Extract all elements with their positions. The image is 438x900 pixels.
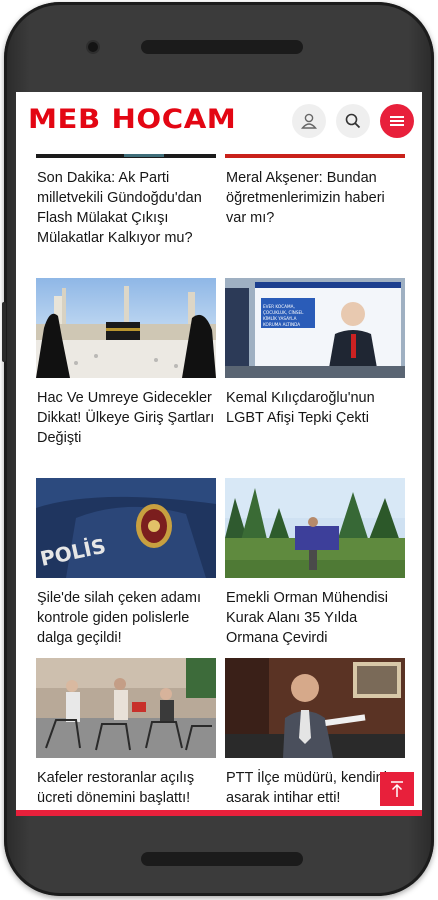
article-title[interactable]: Şile'de silah çeken adamı kontrole giden…	[37, 588, 217, 648]
article-grid: Son Dakika: Ak Parti milletvekili Gündoğ…	[16, 92, 422, 816]
billboard-photo: EVER KOCAMA, ÇOCUKLUK, CİNSEL KİMLİK YAS…	[225, 278, 405, 378]
article-image[interactable]	[225, 478, 405, 578]
article-title[interactable]: Son Dakika: Ak Parti milletvekili Gündoğ…	[37, 168, 217, 248]
article-title[interactable]: Kafeler restoranlar açılış ücreti dönemi…	[37, 768, 217, 808]
svg-text:KİMLİK YASAYLA: KİMLİK YASAYLA	[263, 316, 297, 321]
svg-text:ÇOCUKLUK, CİNSEL: ÇOCUKLUK, CİNSEL	[263, 310, 304, 315]
search-icon	[345, 113, 361, 129]
official-photo	[225, 658, 405, 758]
bottom-speaker	[141, 852, 303, 866]
app-screen: Son Dakika: Ak Parti milletvekili Gündoğ…	[16, 92, 422, 816]
earpiece-speaker	[141, 40, 303, 54]
article-title[interactable]: Meral Akşener: Bundan öğretmenlerimizin …	[226, 168, 406, 228]
article-title[interactable]: Emekli Orman Mühendisi Kurak Alanı 35 Yı…	[226, 588, 406, 648]
article-title[interactable]: PTT İlçe müdürü, kendini asarak intihar …	[226, 768, 406, 808]
search-button[interactable]	[336, 104, 370, 138]
menu-button[interactable]	[380, 104, 414, 138]
site-header: MEB HOCAM	[16, 92, 422, 154]
cafe-photo	[36, 658, 216, 758]
user-icon	[301, 113, 317, 129]
side-button	[2, 302, 6, 362]
forest-photo	[225, 478, 405, 578]
arrow-up-icon	[391, 781, 403, 797]
svg-text:KORUMA ALTINDA: KORUMA ALTINDA	[263, 322, 300, 327]
bottom-ad-strip	[16, 810, 422, 816]
article-title[interactable]: Hac Ve Umreye Gidecekler Dikkat! Ülkeye …	[37, 388, 217, 448]
svg-text:EVER KOCAMA,: EVER KOCAMA,	[263, 304, 295, 309]
article-image[interactable]	[36, 278, 216, 378]
user-button[interactable]	[292, 104, 326, 138]
menu-icon	[390, 116, 404, 126]
article-image[interactable]	[36, 658, 216, 758]
scroll-to-top-button[interactable]	[380, 772, 414, 806]
article-image[interactable]: EVER KOCAMA, ÇOCUKLUK, CİNSEL KİMLİK YAS…	[225, 278, 405, 378]
front-camera	[88, 42, 98, 52]
article-image[interactable]	[225, 658, 405, 758]
police-photo: POLİS	[36, 478, 216, 578]
kaaba-photo	[36, 286, 216, 378]
article-title[interactable]: Kemal Kılıçdaroğlu'nun LGBT Afişi Tepki …	[226, 388, 406, 428]
site-logo[interactable]: MEB HOCAM	[28, 104, 236, 135]
article-image[interactable]: POLİS	[36, 478, 216, 578]
